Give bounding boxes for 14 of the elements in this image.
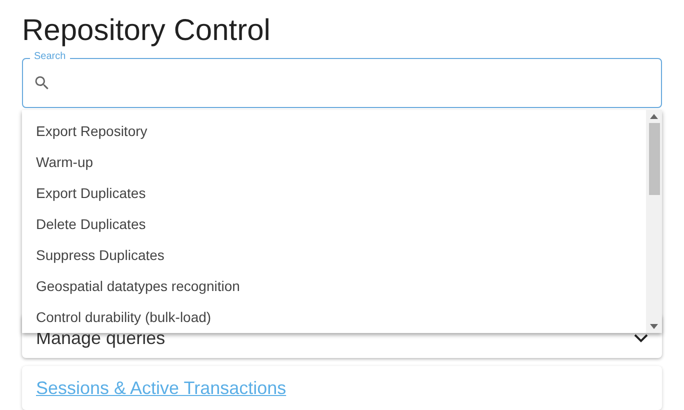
- menu-item[interactable]: Geospatial datatypes recognition: [22, 271, 646, 302]
- menu-item[interactable]: Delete Duplicates: [22, 209, 646, 240]
- search-icon: [33, 74, 51, 92]
- chevron-icon: [634, 334, 648, 343]
- scrollbar-thumb[interactable]: [648, 123, 660, 195]
- menu-item[interactable]: Warm-up: [22, 147, 646, 178]
- menu-item[interactable]: Export Duplicates: [22, 178, 646, 209]
- menu-item[interactable]: Export Repository: [22, 116, 646, 147]
- scroll-up-icon[interactable]: [650, 114, 658, 119]
- search-field[interactable]: [22, 58, 662, 108]
- page-title: Repository Control: [22, 13, 272, 49]
- scroll-down-icon[interactable]: [650, 324, 658, 329]
- menu-item[interactable]: Suppress Duplicates: [22, 240, 646, 271]
- scrollbar[interactable]: [646, 110, 662, 333]
